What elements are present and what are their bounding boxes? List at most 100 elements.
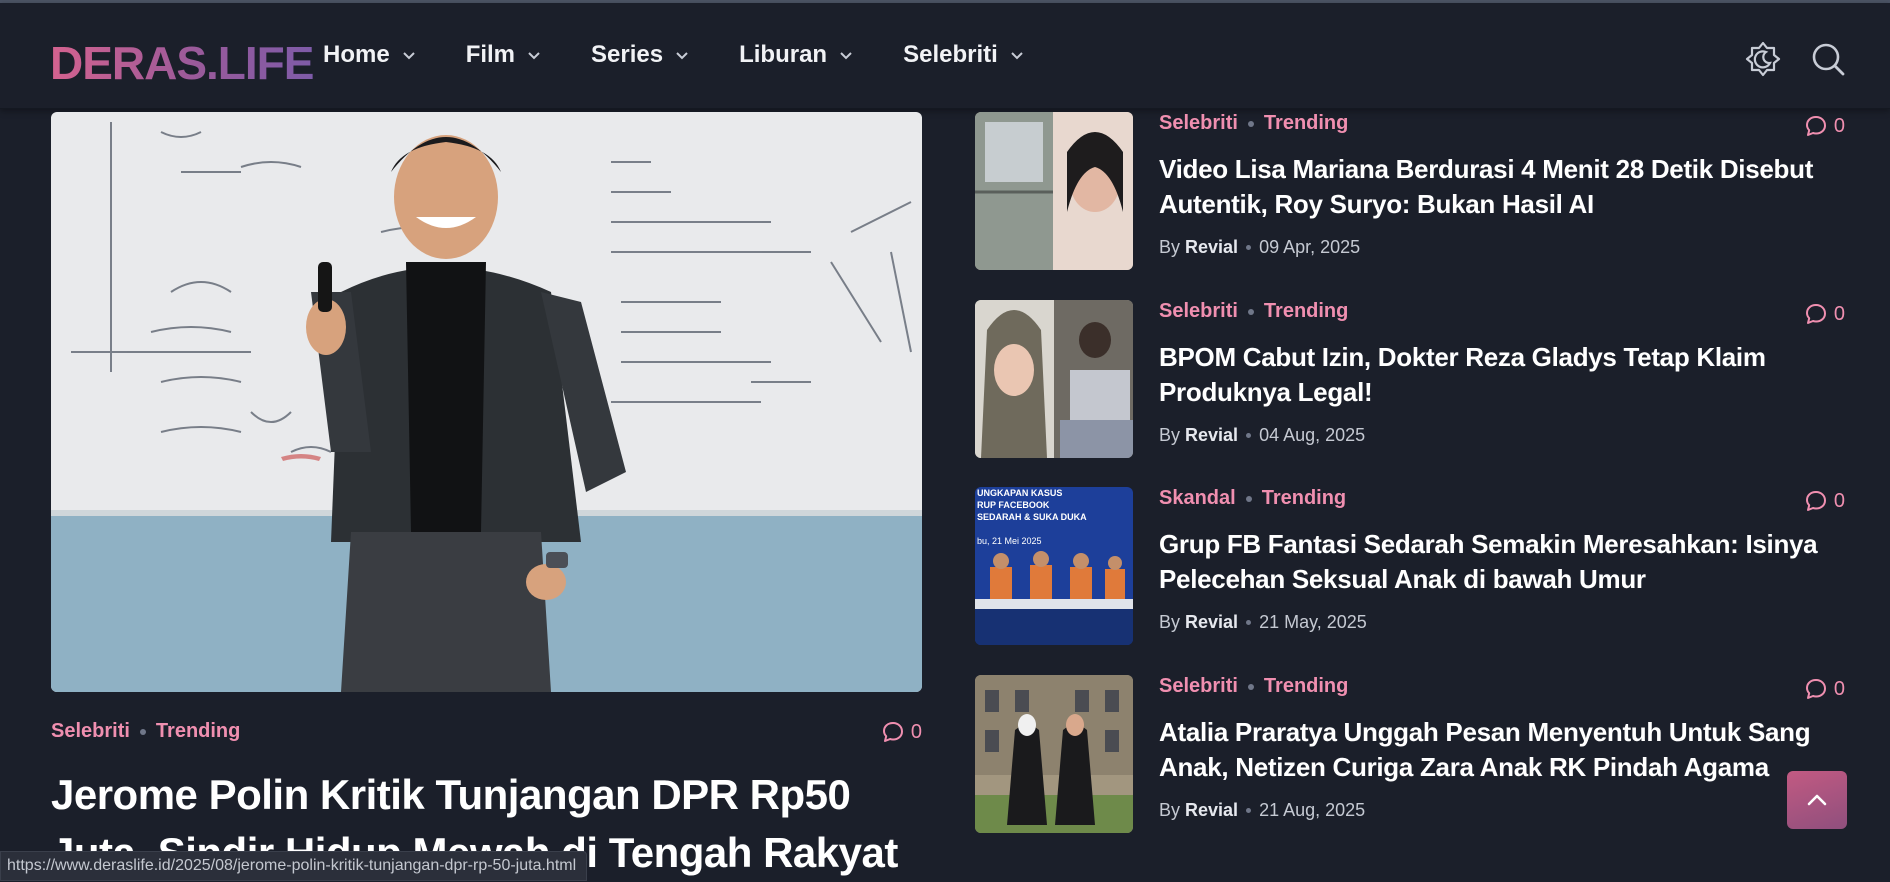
tag-link[interactable]: Trending [1264,300,1348,323]
article-card: Selebriti Trending 0 Video Lisa Mariana … [975,112,1845,270]
article-title[interactable]: Video Lisa Mariana Berdurasi 4 Menit 28 … [1159,152,1849,222]
nav-item-film[interactable]: Film [466,41,543,69]
separator-dot [1246,808,1252,813]
chevron-down-icon [1011,52,1023,60]
by-label: By [1159,425,1181,445]
article-title[interactable]: Atalia Praratya Unggah Pesan Menyentuh U… [1159,715,1849,785]
separator-dot [139,728,146,735]
comment-count-value: 0 [1833,489,1845,512]
thumbnail-illustration [975,675,1133,833]
hero-photo-illustration [51,112,922,692]
chevron-down-icon [676,52,688,60]
article-byline: By Revial 21 Aug, 2025 [1159,800,1365,821]
article-byline: By Revial 21 May, 2025 [1159,612,1367,633]
category-link[interactable]: Selebriti [51,720,130,743]
article-card: UNGKAPAN KASUS RUP FACEBOOK SEDARAH & SU… [975,487,1845,645]
comment-icon [882,722,903,742]
author-link[interactable]: Revial [1185,612,1238,633]
tag-link[interactable]: Trending [1264,112,1348,135]
author-link[interactable]: Revial [1185,425,1238,446]
theme-toggle-icon[interactable] [1743,39,1783,79]
nav-item-selebriti[interactable]: Selebriti [903,41,1026,69]
chevron-down-icon [840,52,852,60]
article-title[interactable]: Grup FB Fantasi Sedarah Semakin Meresahk… [1159,527,1849,597]
browser-status-url: https://www.deraslife.id/2025/08/jerome-… [0,851,588,881]
nav-label: Film [465,41,516,68]
article-thumbnail[interactable] [975,300,1133,458]
comment-count-value: 0 [1833,677,1845,700]
comment-count[interactable]: 0 [1804,302,1845,326]
thumbnail-illustration [975,300,1133,458]
comment-icon [1805,491,1826,511]
article-categories: Selebriti Trending [1159,112,1348,135]
hero-categories: Selebriti Trending [51,720,922,743]
chevron-down-icon [402,52,415,60]
thumbnail-illustration: UNGKAPAN KASUS RUP FACEBOOK SEDARAH & SU… [975,487,1133,645]
article-title[interactable]: BPOM Cabut Izin, Dokter Reza Gladys Teta… [1159,340,1849,410]
by-label: By [1159,612,1181,632]
chevron-down-icon [528,52,540,60]
main-nav: Home Film Series Liburan Selebriti [323,41,1074,69]
article-byline: By Revial 09 Apr, 2025 [1159,237,1360,258]
comment-count[interactable]: 0 [1804,677,1845,701]
thumb-text: SEDARAH & SUKA DUKA [977,512,1087,522]
separator-dot [1246,433,1252,438]
comment-count-value: 0 [910,720,922,743]
article-categories: Selebriti Trending [1159,300,1348,323]
article-date: 21 Aug, 2025 [1259,800,1366,820]
nav-item-liburan[interactable]: Liburan [739,41,855,69]
site-header: DERAS.LIFE Home Film Series Liburan Sele… [0,3,1890,109]
separator-dot [1247,683,1254,690]
article-categories: Skandal Trending [1159,487,1346,510]
site-logo[interactable]: DERAS.LIFE [50,37,314,89]
comment-count[interactable]: 0 [1804,489,1845,513]
comment-icon [1805,679,1826,699]
by-label: By [1159,237,1181,257]
thumb-text: RUP FACEBOOK [977,500,1050,510]
tag-link[interactable]: Trending [1264,675,1348,698]
article-thumbnail[interactable] [975,112,1133,270]
by-label: By [1159,800,1181,820]
back-to-top-button[interactable] [1787,771,1847,829]
category-link[interactable]: Selebriti [1159,300,1238,323]
comment-count-value: 0 [1833,114,1845,137]
search-icon[interactable] [1808,39,1848,79]
comment-count[interactable]: 0 [1804,114,1845,138]
article-byline: By Revial 04 Aug, 2025 [1159,425,1365,446]
article-categories: Selebriti Trending [1159,675,1348,698]
tag-link[interactable]: Trending [1262,487,1346,510]
article-date: 04 Aug, 2025 [1259,425,1366,445]
thumbnail-illustration [975,112,1133,270]
article-thumbnail[interactable]: UNGKAPAN KASUS RUP FACEBOOK SEDARAH & SU… [975,487,1133,645]
comment-count-value: 0 [1833,302,1845,325]
article-thumbnail[interactable] [975,675,1133,833]
article-date: 09 Apr, 2025 [1259,237,1361,257]
chevron-up-icon [1807,794,1827,806]
thumb-text: bu, 21 Mei 2025 [977,536,1042,546]
separator-dot [1247,308,1254,315]
nav-item-home[interactable]: Home [323,41,418,69]
separator-dot [1246,245,1252,250]
thumb-text: UNGKAPAN KASUS [977,488,1062,498]
nav-label: Home [323,41,390,68]
article-date: 21 May, 2025 [1259,612,1367,632]
comment-icon [1805,116,1826,136]
article-card: Selebriti Trending 0 Atalia Praratya Ung… [975,675,1845,833]
separator-dot [1245,495,1252,502]
separator-dot [1246,620,1252,625]
category-link[interactable]: Selebriti [1159,675,1238,698]
nav-label: Selebriti [903,41,998,68]
nav-item-series[interactable]: Series [591,41,691,69]
category-link[interactable]: Skandal [1159,487,1236,510]
comment-count[interactable]: 0 [881,720,922,744]
nav-label: Liburan [739,41,828,68]
hero-meta: Selebriti Trending 0 [51,720,922,750]
category-link[interactable]: Selebriti [1159,112,1238,135]
article-card: Selebriti Trending 0 BPOM Cabut Izin, Do… [975,300,1845,458]
hero-image[interactable] [51,112,922,692]
author-link[interactable]: Revial [1185,800,1238,821]
tag-link[interactable]: Trending [156,720,240,743]
comment-icon [1805,304,1826,324]
nav-label: Series [591,41,664,68]
author-link[interactable]: Revial [1185,237,1238,258]
